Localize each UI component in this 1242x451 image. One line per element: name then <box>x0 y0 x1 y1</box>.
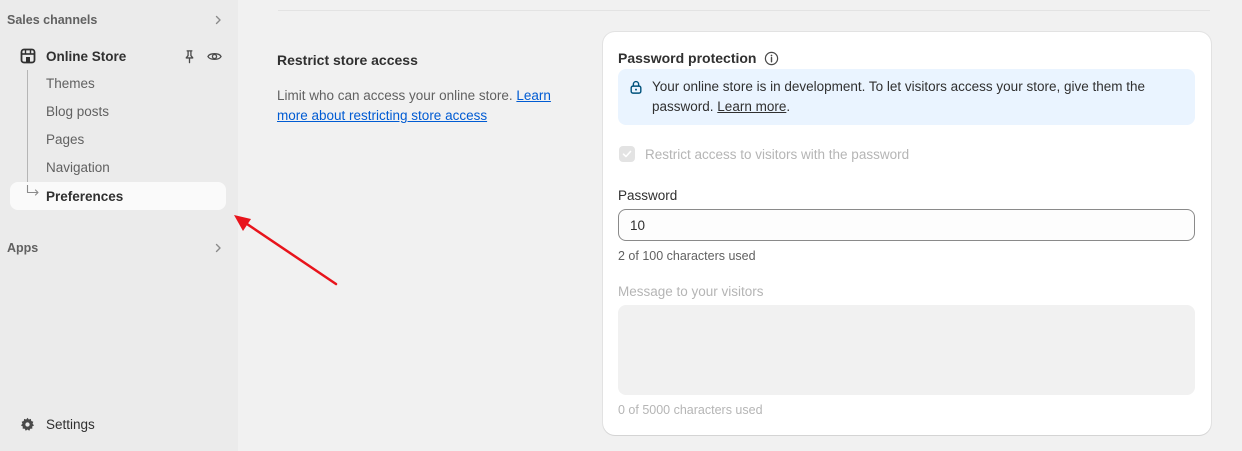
section-desc-text: Limit who can access your online store. <box>277 88 513 103</box>
sidebar-item-preferences[interactable]: Preferences <box>10 182 226 210</box>
password-protection-card: Password protection Your online store is… <box>603 32 1211 435</box>
sales-channels-header[interactable]: Sales channels <box>7 10 223 30</box>
restrict-access-checkbox[interactable] <box>619 146 635 162</box>
eye-icon[interactable] <box>207 49 222 64</box>
sales-channels-label: Sales channels <box>7 13 98 27</box>
message-char-count: 0 of 5000 characters used <box>618 403 763 417</box>
online-store-label: Online Store <box>46 48 127 64</box>
restrict-access-label: Restrict access to visitors with the pas… <box>645 146 910 162</box>
restrict-access-intro: Restrict store access Limit who can acce… <box>277 52 577 126</box>
top-divider <box>278 10 1210 11</box>
password-value: 10 <box>630 217 646 233</box>
apps-header[interactable]: Apps <box>7 238 223 258</box>
banner-period: . <box>786 99 791 114</box>
chevron-right-icon <box>215 15 221 25</box>
store-icon <box>20 48 36 64</box>
banner-message: Your online store is in development. To … <box>652 77 1182 117</box>
info-icon[interactable] <box>764 51 779 66</box>
checkmark-icon <box>622 150 632 158</box>
sidebar-item-navigation[interactable]: Navigation <box>46 160 110 175</box>
banner-learn-more-link[interactable]: Learn more <box>717 99 786 114</box>
sidebar-item-online-store[interactable]: Online Store <box>20 46 222 66</box>
sidebar-item-themes[interactable]: Themes <box>46 76 95 91</box>
tree-connector-line <box>27 70 28 189</box>
restrict-access-checkbox-row[interactable]: Restrict access to visitors with the pas… <box>619 146 909 162</box>
lock-icon <box>630 80 642 94</box>
message-label: Message to your visitors <box>618 284 764 299</box>
pin-icon[interactable] <box>182 49 197 64</box>
chevron-right-icon <box>215 243 221 253</box>
settings-gear-icon <box>20 417 35 431</box>
card-title: Password protection <box>618 50 779 66</box>
preferences-label: Preferences <box>46 188 124 204</box>
branch-arrow-icon <box>26 185 39 196</box>
apps-label: Apps <box>7 241 39 255</box>
sidebar-item-settings[interactable]: Settings <box>20 414 95 434</box>
section-title: Restrict store access <box>277 52 418 68</box>
password-char-count: 2 of 100 characters used <box>618 249 756 263</box>
section-description: Limit who can access your online store. … <box>277 86 577 126</box>
settings-label: Settings <box>46 416 95 432</box>
password-label: Password <box>618 188 678 203</box>
card-title-text: Password protection <box>618 50 757 66</box>
sidebar-item-blog-posts[interactable]: Blog posts <box>46 104 109 119</box>
sidebar: Sales channels Online Store Themes Blog … <box>0 0 238 451</box>
development-info-banner: Your online store is in development. To … <box>618 69 1195 125</box>
sidebar-item-pages[interactable]: Pages <box>46 132 84 147</box>
message-textarea[interactable] <box>618 305 1195 395</box>
password-input[interactable]: 10 <box>618 209 1195 241</box>
